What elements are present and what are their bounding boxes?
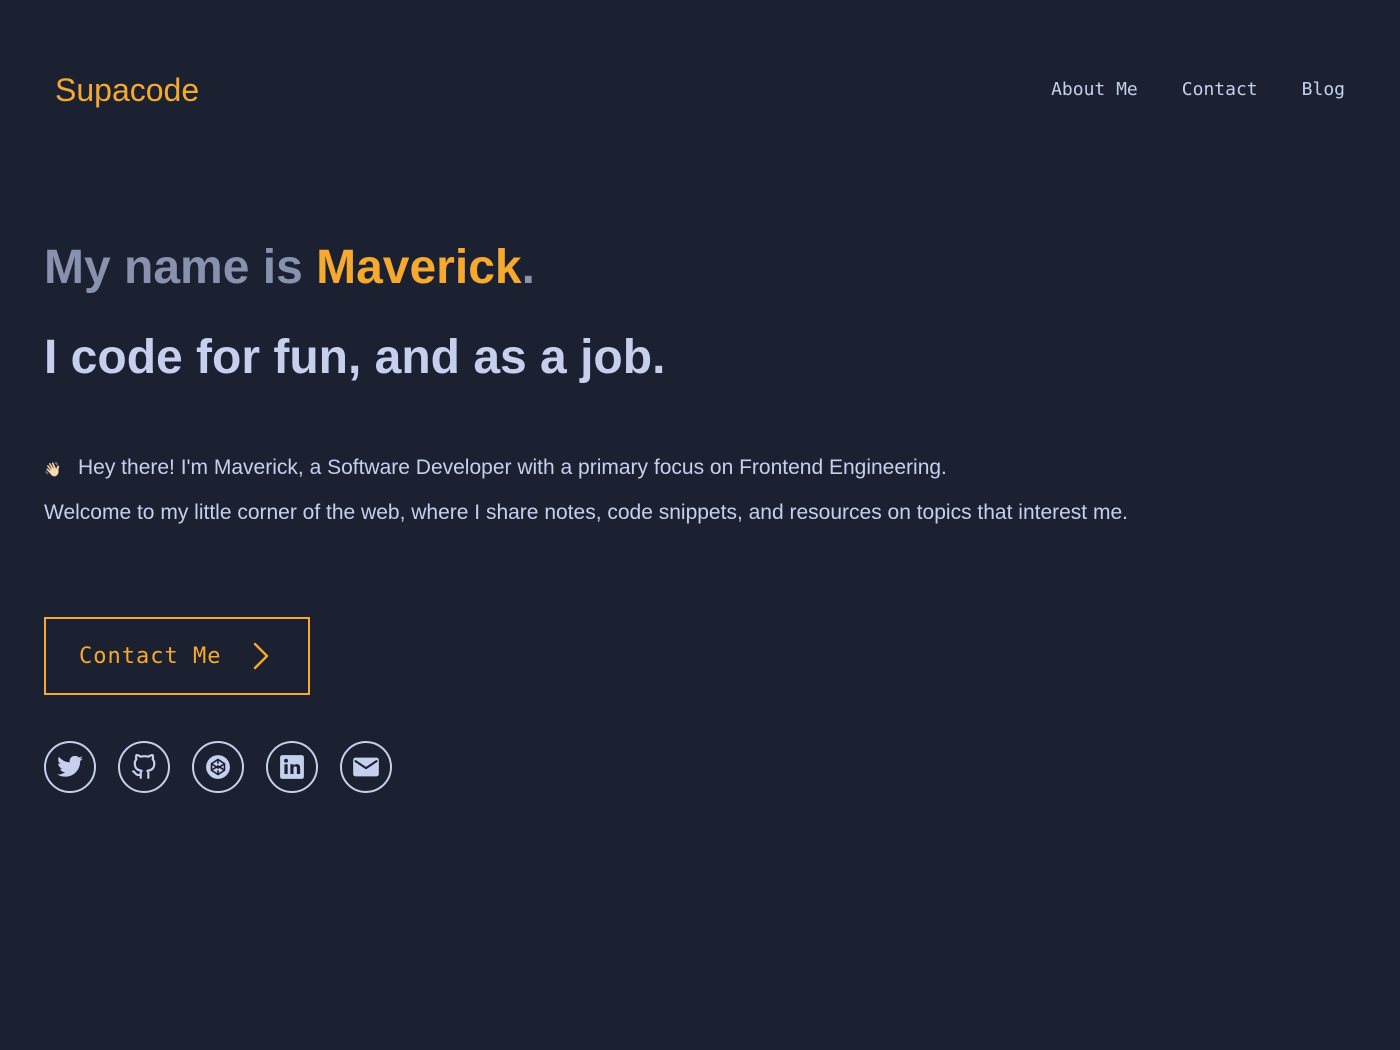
github-link[interactable] <box>118 741 170 793</box>
site-logo[interactable]: Supacode <box>55 70 199 110</box>
linkedin-icon <box>280 755 304 779</box>
social-links <box>44 741 392 793</box>
mail-icon <box>353 757 379 777</box>
email-link[interactable] <box>340 741 392 793</box>
name-heading: My name is Maverick. <box>44 236 1144 300</box>
intro-line-1: Hey there! I'm Maverick, a Software Deve… <box>78 456 947 479</box>
nav-link-blog[interactable]: Blog <box>1302 78 1345 102</box>
name-prefix: My name is <box>44 241 317 294</box>
name-highlight: Maverick <box>316 241 522 294</box>
tagline-heading: I code for fun, and as a job. <box>44 331 666 384</box>
wave-emoji-icon: 👋🏻 <box>44 461 62 477</box>
codepen-icon <box>206 755 230 779</box>
codepen-link[interactable] <box>192 741 244 793</box>
linkedin-link[interactable] <box>266 741 318 793</box>
contact-me-label: Contact Me <box>79 643 222 669</box>
hero-section: My name is Maverick. I code for fun, and… <box>44 236 1144 535</box>
chevron-right-icon <box>251 641 271 671</box>
main-nav: About Me Contact Blog <box>1051 78 1345 102</box>
intro-paragraph: 👋🏻 Hey there! I'm Maverick, a Software De… <box>44 446 1144 535</box>
github-icon <box>132 754 156 779</box>
contact-me-button[interactable]: Contact Me <box>44 617 310 695</box>
intro-line-2: Welcome to my little corner of the web, … <box>44 501 1128 524</box>
nav-link-contact[interactable]: Contact <box>1182 78 1258 102</box>
nav-link-about-me[interactable]: About Me <box>1051 78 1138 102</box>
name-suffix: . <box>521 241 535 294</box>
twitter-icon <box>57 755 83 777</box>
twitter-link[interactable] <box>44 741 96 793</box>
